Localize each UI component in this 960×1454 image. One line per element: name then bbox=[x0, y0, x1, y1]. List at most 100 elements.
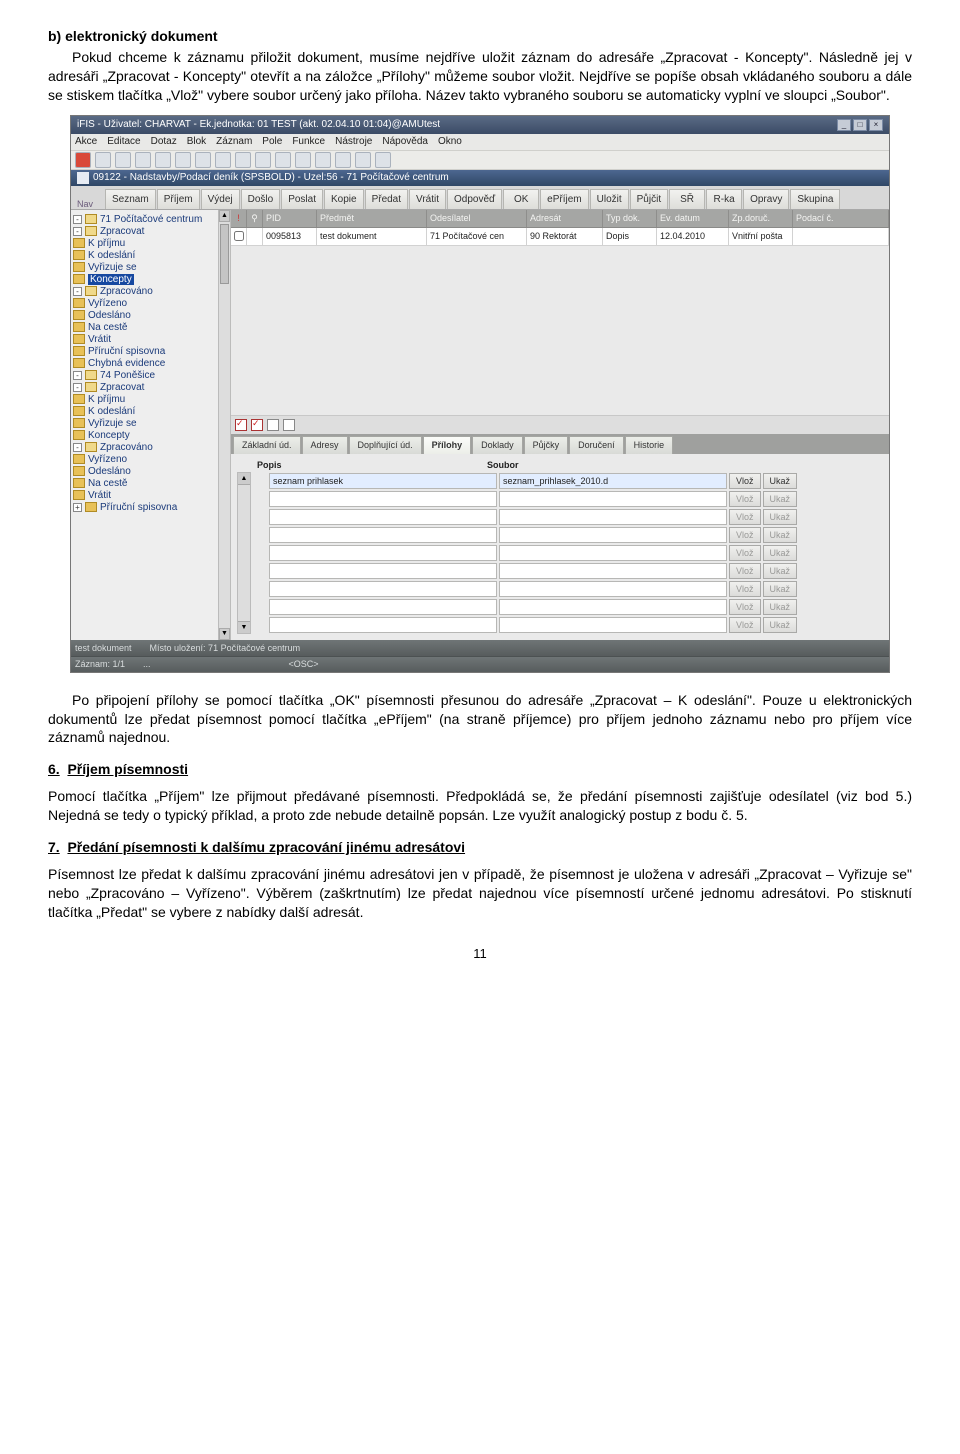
cell-adresat[interactable]: 90 Rektorát bbox=[527, 228, 603, 246]
ukaz-button[interactable]: Ukaž bbox=[763, 599, 798, 615]
titlebar[interactable]: iFIS - Uživatel: CHARVAT - Ek.jednotka: … bbox=[71, 116, 889, 134]
soubor-input[interactable] bbox=[499, 581, 727, 597]
exit-icon[interactable] bbox=[75, 152, 91, 168]
soubor-input[interactable] bbox=[499, 509, 727, 525]
soubor-input[interactable] bbox=[499, 599, 727, 615]
tab-eprijem[interactable]: ePříjem bbox=[540, 189, 588, 209]
tree-node[interactable]: Koncepty bbox=[73, 274, 228, 286]
menubar[interactable]: Akce Editace Dotaz Blok Záznam Pole Funk… bbox=[71, 134, 889, 150]
cell-typdok[interactable]: Dopis bbox=[603, 228, 657, 246]
grid-row[interactable]: 0095813 test dokument 71 Počítačové cen … bbox=[231, 228, 889, 246]
vloz-button[interactable]: Vlož bbox=[729, 527, 761, 543]
menu-pole[interactable]: Pole bbox=[262, 136, 282, 147]
soubor-input[interactable] bbox=[499, 545, 727, 561]
col-pin[interactable]: ⚲ bbox=[247, 210, 263, 227]
tree-label[interactable]: K příjmu bbox=[88, 238, 125, 249]
vloz-button[interactable]: Vlož bbox=[729, 581, 761, 597]
menu-akce[interactable]: Akce bbox=[75, 136, 97, 147]
menu-okno[interactable]: Okno bbox=[438, 136, 462, 147]
expand-icon[interactable]: + bbox=[73, 503, 82, 512]
tree-node[interactable]: -Zpracováno bbox=[73, 442, 228, 454]
tree-label[interactable]: Zpracovat bbox=[100, 226, 144, 237]
ukaz-button[interactable]: Ukaž bbox=[763, 581, 798, 597]
toolbar-icon[interactable] bbox=[235, 152, 251, 168]
toolbar-icon[interactable] bbox=[275, 152, 291, 168]
tree-label[interactable]: Odesláno bbox=[88, 466, 131, 477]
tree-label[interactable]: Koncepty bbox=[88, 430, 130, 441]
tab-sr[interactable]: SŘ bbox=[669, 189, 705, 209]
menu-funkce[interactable]: Funkce bbox=[292, 136, 325, 147]
tree-label[interactable]: Příruční spisovna bbox=[100, 502, 177, 513]
tree-node[interactable]: Odesláno bbox=[73, 310, 228, 322]
toolbar-icon[interactable] bbox=[375, 152, 391, 168]
tree-node[interactable]: + Příruční spisovna bbox=[73, 502, 228, 514]
vloz-button[interactable]: Vlož bbox=[729, 545, 761, 561]
expand-icon[interactable]: - bbox=[73, 215, 82, 224]
tree-node[interactable]: Vyřízeno bbox=[73, 298, 228, 310]
tree-node[interactable]: K příjmu bbox=[73, 238, 228, 250]
popis-input[interactable] bbox=[269, 563, 497, 579]
scroll-down-icon[interactable]: ▼ bbox=[219, 628, 230, 640]
tree-label[interactable]: Zpracovat bbox=[100, 382, 144, 393]
vloz-button[interactable]: Vlož bbox=[729, 599, 761, 615]
tree-label[interactable]: K odeslání bbox=[88, 406, 135, 417]
toolbar-icon[interactable] bbox=[95, 152, 111, 168]
vloz-button[interactable]: Vlož bbox=[729, 473, 761, 489]
tree-node[interactable]: Odesláno bbox=[73, 466, 228, 478]
tab-vratit[interactable]: Vrátit bbox=[409, 189, 446, 209]
detail-tab[interactable]: Doručení bbox=[569, 436, 624, 454]
tree-node[interactable]: Vrátit bbox=[73, 490, 228, 502]
tree-node[interactable]: -71 Počítačové centrum bbox=[73, 214, 228, 226]
popis-input[interactable] bbox=[269, 509, 497, 525]
tab-seznam[interactable]: Seznam bbox=[105, 189, 156, 209]
tree-node[interactable]: Vyřizuje se bbox=[73, 418, 228, 430]
tree-node[interactable]: Vyřízeno bbox=[73, 454, 228, 466]
tree-node[interactable]: Na cestě bbox=[73, 322, 228, 334]
tab-rka[interactable]: R-ka bbox=[706, 189, 742, 209]
tree-node[interactable]: -74 Poněšice bbox=[73, 370, 228, 382]
tree-node[interactable]: Na cestě bbox=[73, 478, 228, 490]
tab-opravy[interactable]: Opravy bbox=[743, 189, 789, 209]
tree-label[interactable]: Zpracováno bbox=[100, 286, 153, 297]
toolbar-icon[interactable] bbox=[195, 152, 211, 168]
minimize-button[interactable]: _ bbox=[837, 119, 851, 131]
tab-predat[interactable]: Předat bbox=[365, 189, 408, 209]
tree-label[interactable]: Odesláno bbox=[88, 310, 131, 321]
popis-input[interactable] bbox=[269, 491, 497, 507]
toolbar-icon[interactable] bbox=[115, 152, 131, 168]
popis-input[interactable] bbox=[269, 599, 497, 615]
tree-scrollbar[interactable]: ▲ ▼ bbox=[218, 210, 230, 640]
ukaz-button[interactable]: Ukaž bbox=[763, 491, 798, 507]
col-typdok[interactable]: Typ dok. bbox=[603, 210, 657, 227]
tree-label[interactable]: Vyřizuje se bbox=[88, 262, 137, 273]
toolbar-icon[interactable] bbox=[215, 152, 231, 168]
ukaz-button[interactable]: Ukaž bbox=[763, 509, 798, 525]
vloz-button[interactable]: Vlož bbox=[729, 617, 761, 633]
col-odesilatel[interactable]: Odesílatel bbox=[427, 210, 527, 227]
vloz-button[interactable]: Vlož bbox=[729, 491, 761, 507]
tree-node[interactable]: Chybná evidence bbox=[73, 358, 228, 370]
tree-label[interactable]: Vrátit bbox=[88, 334, 111, 345]
tab-odpoved[interactable]: Odpověď bbox=[447, 189, 502, 209]
tab-ok[interactable]: OK bbox=[503, 189, 539, 209]
ukaz-button[interactable]: Ukaž bbox=[763, 545, 798, 561]
detail-tab[interactable]: Půjčky bbox=[524, 436, 569, 454]
toolbar-icon[interactable] bbox=[135, 152, 151, 168]
tree-label[interactable]: Na cestě bbox=[88, 478, 127, 489]
cell-pid[interactable]: 0095813 bbox=[263, 228, 317, 246]
ukaz-button[interactable]: Ukaž bbox=[763, 563, 798, 579]
tab-skupina[interactable]: Skupina bbox=[790, 189, 840, 209]
toolbar-icon[interactable] bbox=[155, 152, 171, 168]
select-checkbox[interactable] bbox=[267, 419, 279, 431]
scroll-up-icon[interactable]: ▲ bbox=[238, 473, 250, 485]
toolbar-icon[interactable] bbox=[355, 152, 371, 168]
toolbar-icon[interactable] bbox=[335, 152, 351, 168]
tree-label[interactable]: Vrátit bbox=[88, 490, 111, 501]
cell-zpdoruc[interactable]: Vnitřní pošta bbox=[729, 228, 793, 246]
col-pid[interactable]: PID bbox=[263, 210, 317, 227]
tree-label[interactable]: Vyřízeno bbox=[88, 298, 127, 309]
tree-node[interactable]: Koncepty bbox=[73, 430, 228, 442]
expand-icon[interactable]: - bbox=[73, 371, 82, 380]
expand-icon[interactable]: - bbox=[73, 287, 82, 296]
tab-prijem[interactable]: Příjem bbox=[157, 189, 200, 209]
